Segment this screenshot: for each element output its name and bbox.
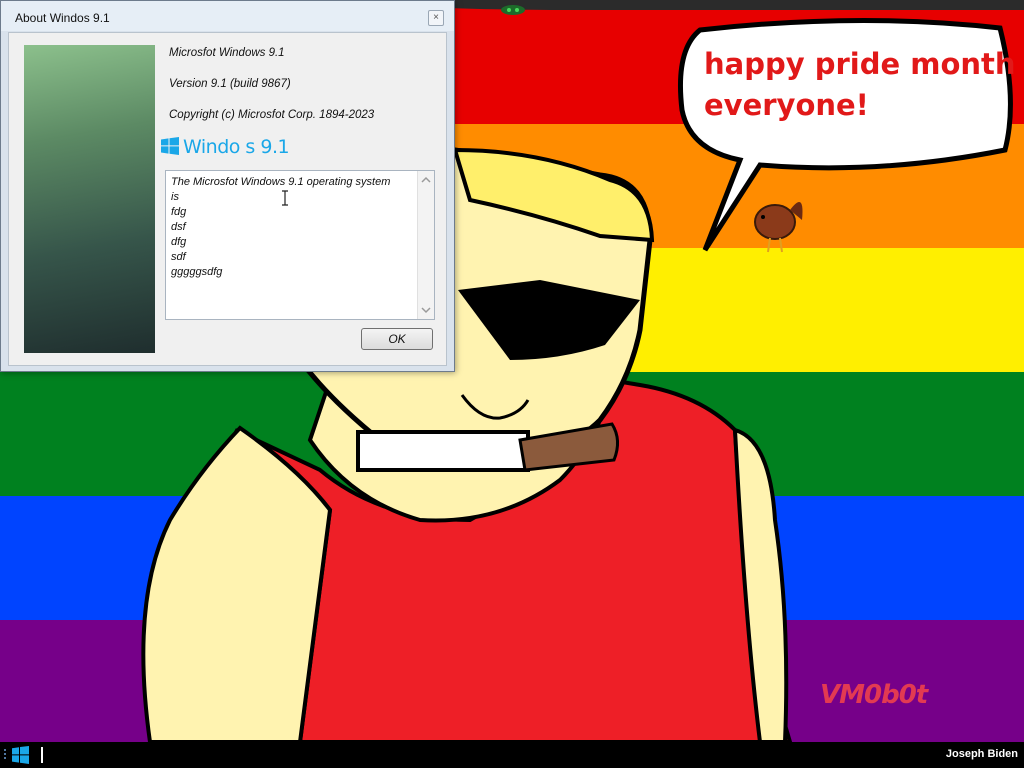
desktop: happy pride month everyone! VM0b0t About… <box>0 0 1024 742</box>
windows-logo-text: Windo s 9.1 <box>183 136 290 158</box>
speech-text: happy pride month everyone! <box>704 44 1016 126</box>
product-name: Microsfot Windows 9.1 <box>169 47 285 59</box>
taskbar-divider <box>41 747 43 763</box>
about-window: About Windos 9.1 × Microsfot Windows 9.1… <box>0 0 455 372</box>
scroll-down-icon[interactable] <box>418 303 434 317</box>
top-edge-bar <box>370 0 1024 10</box>
description-line: sdf <box>171 251 186 263</box>
vertical-scrollbar[interactable] <box>417 171 434 319</box>
text-cursor-icon <box>282 190 288 206</box>
teeth <box>356 430 530 472</box>
description-line: The Microsfot Windows 9.1 operating syst… <box>171 176 391 188</box>
top-indicator-icon <box>501 5 525 15</box>
description-line: dsf <box>171 221 186 233</box>
title-bar[interactable]: About Windos 9.1 × <box>1 1 454 31</box>
start-button-windows-icon[interactable] <box>4 746 30 764</box>
user-name[interactable]: Joseph Biden <box>946 748 1018 760</box>
version-text: Version 9.1 (build 9867) <box>169 78 291 90</box>
close-button[interactable]: × <box>428 10 444 26</box>
about-client-area: Microsfot Windows 9.1 Version 9.1 (build… <box>8 32 447 366</box>
speech-line-1: happy pride month <box>704 47 1016 81</box>
side-banner-image <box>24 45 155 353</box>
description-line: gggggsdfg <box>171 266 223 278</box>
windows-logo-icon <box>161 137 179 155</box>
speech-line-2: everyone! <box>704 88 869 122</box>
description-line: dfg <box>171 236 187 248</box>
scroll-up-icon[interactable] <box>418 173 434 187</box>
description-textbox[interactable]: The Microsfot Windows 9.1 operating syst… <box>165 170 435 320</box>
description-line: fdg <box>171 206 187 218</box>
copyright-text: Copyright (c) Microsfot Corp. 1894-2023 <box>169 109 375 121</box>
watermark: VM0b0t <box>820 680 928 710</box>
taskbar: Joseph Biden <box>0 742 1024 768</box>
ok-button[interactable]: OK <box>361 328 433 350</box>
window-title: About Windos 9.1 <box>15 11 110 25</box>
